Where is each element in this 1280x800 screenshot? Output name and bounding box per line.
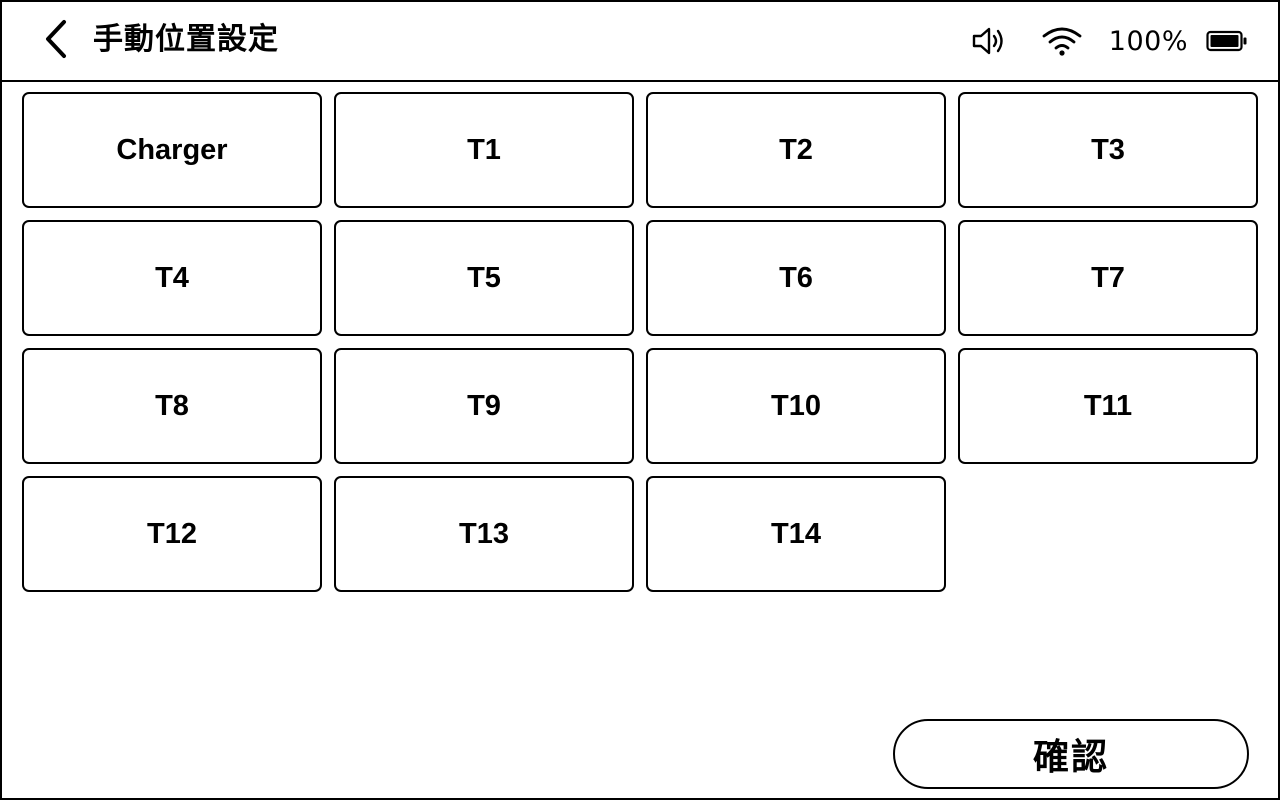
screen: 手動位置設定 100% Charger T1 T2 T3 T4 T5 T6 T7… [0, 0, 1280, 800]
location-grid: Charger T1 T2 T3 T4 T5 T6 T7 T8 T9 T10 T… [22, 92, 1260, 592]
location-button-t1[interactable]: T1 [334, 92, 634, 208]
battery-percentage: 100% [1108, 25, 1188, 57]
location-button-t14[interactable]: T14 [646, 476, 946, 592]
location-button-t6[interactable]: T6 [646, 220, 946, 336]
location-button-t12[interactable]: T12 [22, 476, 322, 592]
location-button-t11[interactable]: T11 [958, 348, 1258, 464]
location-button-t5[interactable]: T5 [334, 220, 634, 336]
back-button[interactable] [32, 16, 82, 66]
location-button-charger[interactable]: Charger [22, 92, 322, 208]
speaker-volume-icon[interactable] [971, 25, 1007, 57]
chevron-left-icon [42, 19, 72, 63]
location-button-t13[interactable]: T13 [334, 476, 634, 592]
wifi-icon[interactable] [1041, 25, 1083, 57]
location-button-t7[interactable]: T7 [958, 220, 1258, 336]
confirm-button[interactable]: 確認 [893, 719, 1249, 789]
page-title: 手動位置設定 [93, 22, 279, 57]
battery-level-fill [1210, 35, 1239, 47]
location-button-t4[interactable]: T4 [22, 220, 322, 336]
location-button-t3[interactable]: T3 [958, 92, 1258, 208]
location-button-t10[interactable]: T10 [646, 348, 946, 464]
location-button-t8[interactable]: T8 [22, 348, 322, 464]
location-button-t2[interactable]: T2 [646, 92, 946, 208]
location-button-t9[interactable]: T9 [334, 348, 634, 464]
status-area: 100% [971, 20, 1248, 62]
battery-icon [1206, 30, 1248, 52]
header-bar: 手動位置設定 100% [2, 2, 1278, 82]
